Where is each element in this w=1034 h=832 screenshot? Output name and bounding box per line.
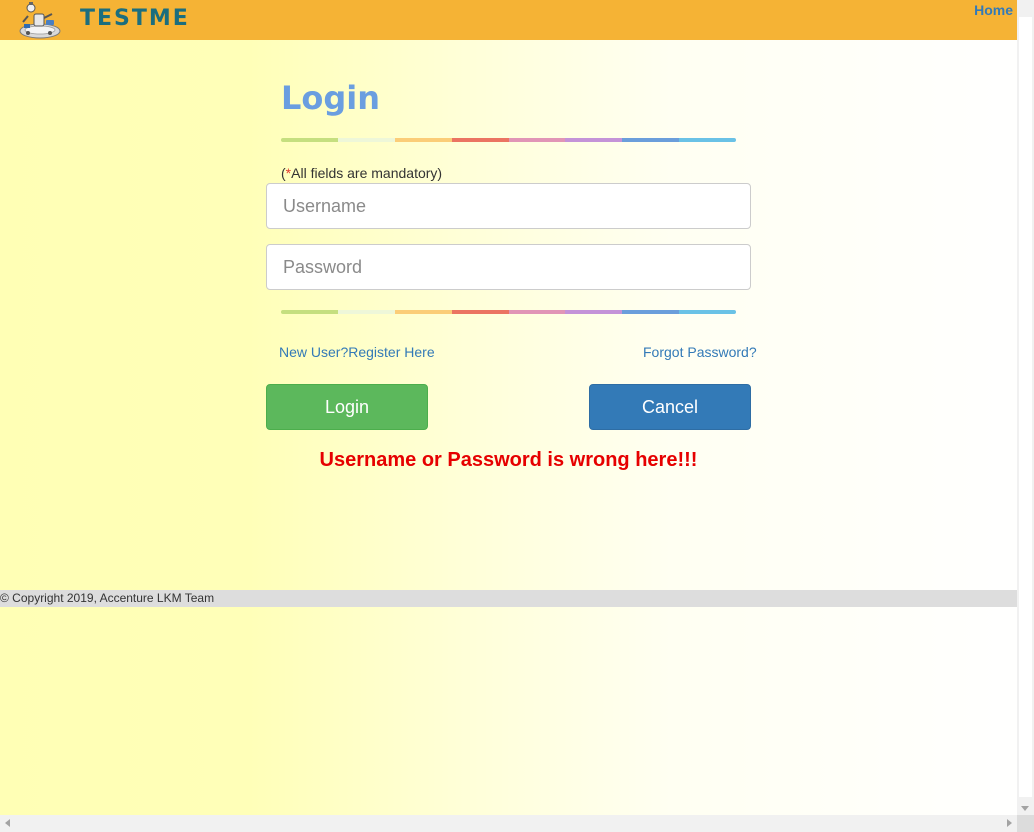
login-button[interactable]: Login [266, 384, 428, 430]
mandatory-note: (*All fields are mandatory) [281, 165, 442, 181]
error-message: Username or Password is wrong here!!! [319, 449, 698, 471]
scroll-down-arrow-icon[interactable] [1021, 806, 1029, 811]
scrollbar-thumb[interactable] [1019, 17, 1032, 797]
rainbow-segment [337, 138, 395, 142]
scroll-left-arrow-icon[interactable] [5, 819, 10, 827]
footer-bar: © Copyright 2019, Accenture LKM Team [0, 590, 1017, 607]
rainbow-segment [565, 138, 623, 142]
rainbow-segment [281, 138, 338, 142]
page-title: Login [281, 79, 381, 117]
cancel-button[interactable]: Cancel [589, 384, 751, 430]
rainbow-segment [508, 310, 566, 314]
robot-rider-icon [16, 0, 62, 40]
vertical-scrollbar[interactable] [1017, 0, 1034, 815]
rainbow-segment [451, 138, 509, 142]
copyright-text: © Copyright 2019, Accenture LKM Team [0, 591, 215, 605]
rainbow-segment [337, 310, 395, 314]
scrollbar-corner [1017, 815, 1034, 832]
forgot-password-link[interactable]: Forgot Password? [643, 344, 757, 360]
rainbow-segment [679, 138, 736, 142]
rainbow-segment [394, 138, 452, 142]
header-bar: TESTME Home [0, 0, 1017, 40]
rainbow-divider-top [281, 138, 736, 142]
horizontal-scrollbar[interactable] [0, 815, 1017, 832]
rainbow-segment [394, 310, 452, 314]
home-link[interactable]: Home [974, 2, 1013, 18]
rainbow-divider-bottom [281, 310, 736, 314]
password-input[interactable] [266, 244, 751, 290]
rainbow-segment [451, 310, 509, 314]
username-input[interactable] [266, 183, 751, 229]
scroll-right-arrow-icon[interactable] [1007, 819, 1012, 827]
mandatory-text: All fields are mandatory) [291, 165, 443, 181]
app-logo-text[interactable]: TESTME [80, 5, 190, 33]
rainbow-segment [508, 138, 566, 142]
rainbow-segment [281, 310, 338, 314]
rainbow-segment [565, 310, 623, 314]
rainbow-segment [622, 138, 680, 142]
register-link[interactable]: New User?Register Here [279, 344, 435, 360]
rainbow-segment [622, 310, 680, 314]
rainbow-segment [679, 310, 736, 314]
